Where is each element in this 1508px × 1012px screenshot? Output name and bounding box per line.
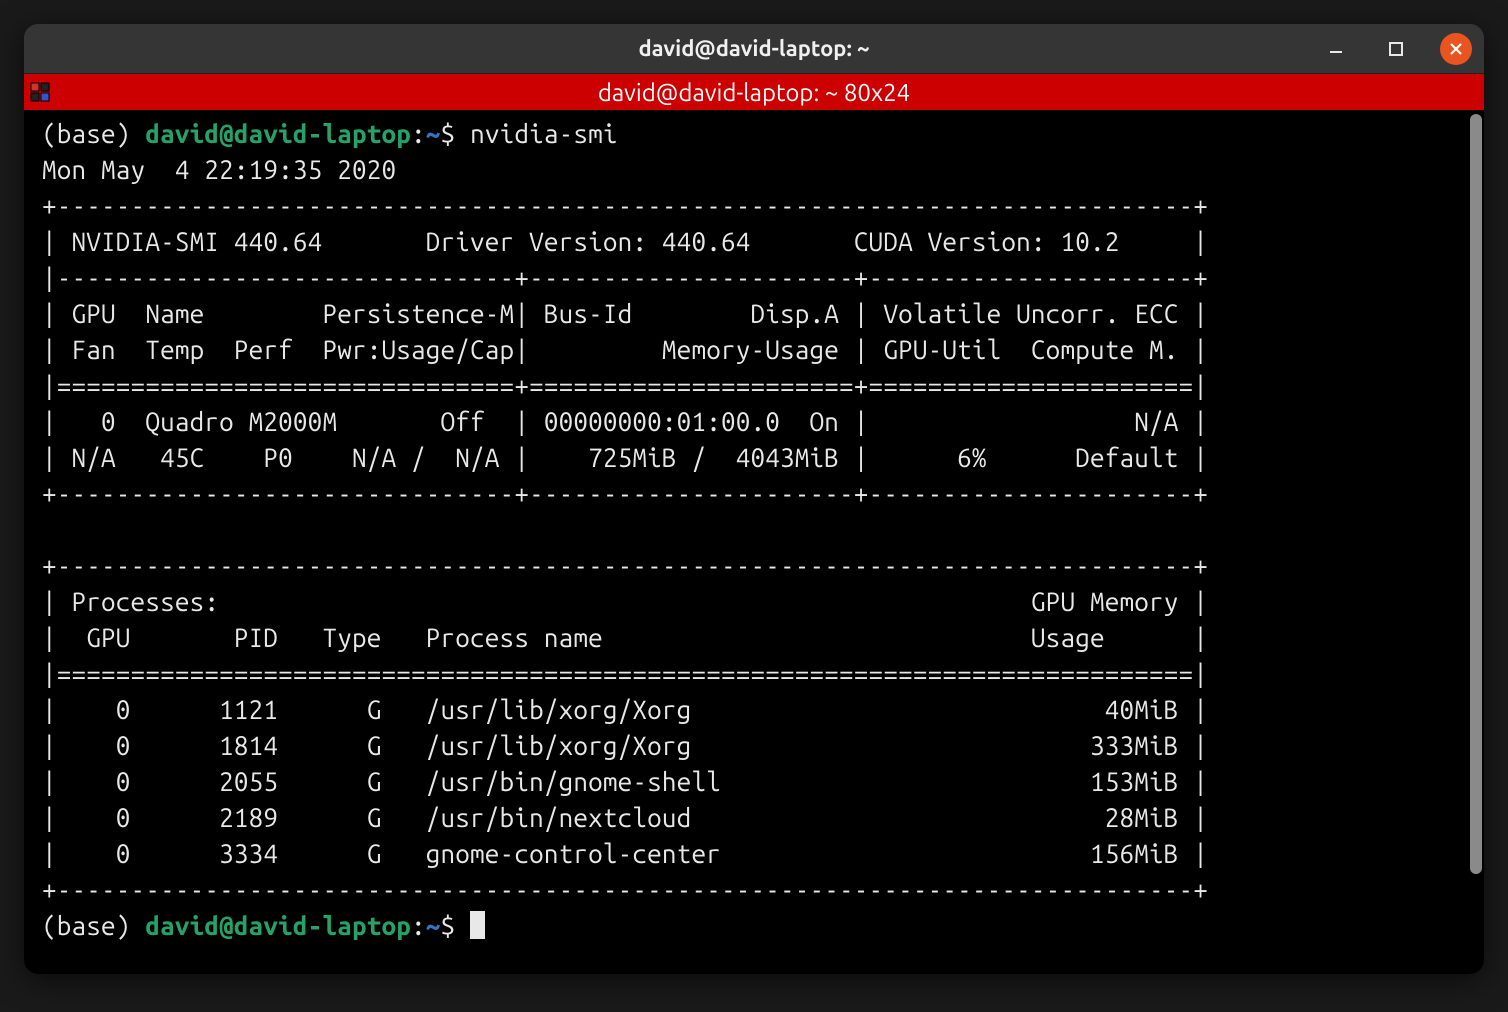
smi-version-line: | NVIDIA-SMI 440.64 Driver Version: 440.…	[42, 227, 1208, 256]
minimize-button[interactable]	[1320, 33, 1352, 65]
cursor	[470, 911, 485, 939]
close-icon	[1448, 41, 1464, 57]
terminal-window: david@david-laptop: ~	[24, 24, 1484, 974]
smi-proc-header: | Processes: GPU Memory |	[42, 587, 1208, 616]
tab-title: david@david-laptop: ~ 80x24	[56, 79, 1484, 106]
prompt-cwd: ~	[426, 119, 441, 148]
prompt-userhost: david@david-laptop	[145, 911, 411, 940]
prompt-line-2: (base) david@david-laptop:~$	[42, 911, 485, 940]
smi-border: |-------------------------------+-------…	[42, 263, 1208, 292]
scrollbar[interactable]	[1470, 114, 1482, 874]
smi-border: |===============================+=======…	[42, 371, 1208, 400]
terminal-tabbar[interactable]: david@david-laptop: ~ 80x24	[24, 74, 1484, 110]
maximize-icon	[1388, 41, 1404, 57]
window-controls	[1320, 24, 1472, 73]
maximize-button[interactable]	[1380, 33, 1412, 65]
smi-header-2: | Fan Temp Perf Pwr:Usage/Cap| Memory-Us…	[42, 335, 1208, 364]
prompt-ps: $	[441, 911, 471, 940]
smi-timestamp: Mon May 4 22:19:35 2020	[42, 155, 396, 184]
command-text: nvidia-smi	[470, 119, 618, 148]
terminal-output[interactable]: (base) david@david-laptop:~$ nvidia-smi …	[24, 110, 1468, 974]
smi-header-1: | GPU Name Persistence-M| Bus-Id Disp.A …	[42, 299, 1208, 328]
smi-border: +---------------------------------------…	[42, 191, 1208, 220]
window-title: david@david-laptop: ~	[638, 36, 869, 61]
smi-proc-row: | 0 1121 G /usr/lib/xorg/Xorg 40MiB |	[42, 695, 1208, 724]
smi-border: +---------------------------------------…	[42, 875, 1208, 904]
prompt-cwd: ~	[426, 911, 441, 940]
prompt-sep: :	[411, 911, 426, 940]
smi-proc-row: | 0 3334 G gnome-control-center 156MiB |	[42, 839, 1208, 868]
smi-border: +---------------------------------------…	[42, 551, 1208, 580]
prompt-userhost: david@david-laptop	[145, 119, 411, 148]
prompt-ps: $	[441, 119, 471, 148]
smi-border: +-------------------------------+-------…	[42, 479, 1208, 508]
smi-proc-row: | 0 1814 G /usr/lib/xorg/Xorg 333MiB |	[42, 731, 1208, 760]
prompt-env: (base)	[42, 911, 145, 940]
prompt-sep: :	[411, 119, 426, 148]
close-button[interactable]	[1440, 33, 1472, 65]
titlebar[interactable]: david@david-laptop: ~	[24, 24, 1484, 74]
terminal-viewport[interactable]: (base) david@david-laptop:~$ nvidia-smi …	[24, 110, 1484, 974]
prompt-line-1: (base) david@david-laptop:~$ nvidia-smi	[42, 119, 618, 148]
minimize-icon	[1327, 40, 1345, 58]
terminator-icon	[24, 74, 56, 110]
prompt-env: (base)	[42, 119, 145, 148]
smi-proc-row: | 0 2055 G /usr/bin/gnome-shell 153MiB |	[42, 767, 1208, 796]
smi-proc-row: | 0 2189 G /usr/bin/nextcloud 28MiB |	[42, 803, 1208, 832]
smi-gpu0-line1: | 0 Quadro M2000M Off | 00000000:01:00.0…	[42, 407, 1208, 436]
smi-proc-cols: | GPU PID Type Process name Usage |	[42, 623, 1208, 652]
smi-border: |=======================================…	[42, 659, 1208, 688]
smi-gpu0-line2: | N/A 45C P0 N/A / N/A | 725MiB / 4043Mi…	[42, 443, 1208, 472]
